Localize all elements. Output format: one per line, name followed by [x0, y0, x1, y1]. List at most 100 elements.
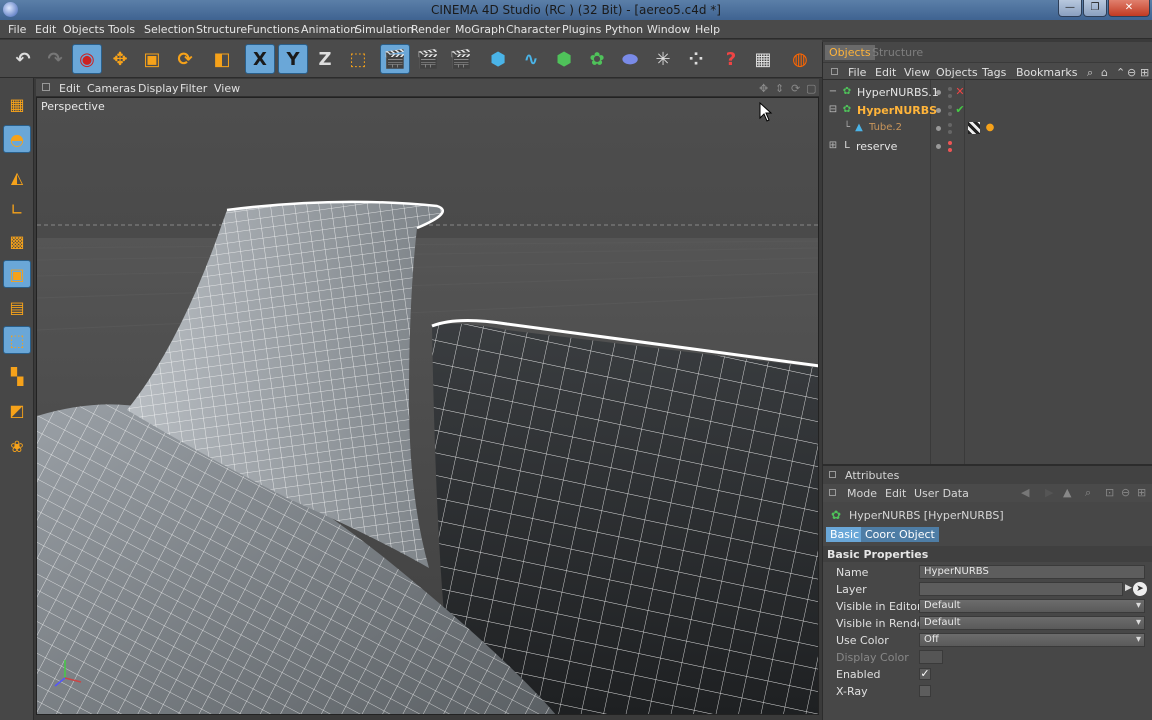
checker-icon[interactable]: ▚	[3, 362, 31, 390]
close-button[interactable]: ✕	[1108, 0, 1150, 17]
rotate-icon[interactable]: ⟳	[170, 44, 200, 74]
phong-tag-icon[interactable]: ●	[984, 122, 996, 134]
om-minus-icon[interactable]: ⊖	[1127, 66, 1136, 79]
texture-tag-icon[interactable]	[968, 122, 980, 134]
move-icon[interactable]: ✥	[105, 44, 135, 74]
z-axis-lock-icon[interactable]: Z	[310, 44, 340, 74]
viewport-zoom-icon[interactable]: ⇕	[775, 82, 784, 95]
lock-icon[interactable]: ⊡	[1105, 486, 1114, 499]
model-mode-icon[interactable]: ◓	[3, 125, 31, 153]
object-mode-icon[interactable]: ▣	[3, 260, 31, 288]
minimize-button[interactable]: —	[1058, 0, 1082, 17]
layer-arrow-icon[interactable]: ▶	[1125, 583, 1132, 593]
viewport-maximize-icon[interactable]: ▢	[806, 82, 816, 95]
viewport-rotate-icon[interactable]: ⟳	[791, 82, 800, 95]
layer-field[interactable]	[919, 582, 1123, 596]
coordinate-system-icon[interactable]: ⬚	[343, 44, 373, 74]
undo-icon[interactable]: ↶	[8, 44, 38, 74]
name-field[interactable]: HyperNURBS	[919, 565, 1145, 579]
layer-pick-icon[interactable]: ➤	[1133, 582, 1147, 596]
edges-mode-icon[interactable]: ∟	[3, 195, 31, 223]
help-icon[interactable]: ?	[716, 44, 746, 74]
viewport-menu-filter[interactable]: Filter	[180, 82, 207, 95]
menu-edit[interactable]: Edit	[35, 23, 56, 36]
environment-icon[interactable]: ⁘	[681, 44, 711, 74]
object-row-reserve[interactable]: ⊞ L reserve	[823, 138, 1152, 156]
object-row-hypernurbs[interactable]: ⊟ ✿ HyperNURBS ✔	[823, 102, 1152, 120]
scene-icon[interactable]: ✳	[648, 44, 678, 74]
viewport-menu-edit[interactable]: Edit	[59, 82, 80, 95]
menu-python[interactable]: Python	[605, 23, 643, 36]
menu-structure[interactable]: Structure	[196, 23, 247, 36]
array-icon[interactable]: ✿	[582, 44, 612, 74]
om-menu-file[interactable]: File	[848, 66, 866, 79]
enabled-checkbox[interactable]: ✓	[919, 668, 931, 680]
om-menu-bookmarks[interactable]: Bookmarks	[1016, 66, 1077, 79]
om-new-panel-icon[interactable]: ⊞	[1140, 66, 1149, 79]
cube-icon[interactable]: ⬢	[483, 44, 513, 74]
back-arrow-icon[interactable]: ◀	[1021, 486, 1029, 499]
om-menu-objects[interactable]: Objects	[936, 66, 978, 79]
render-view-icon[interactable]: 🎬	[380, 44, 410, 74]
object-name[interactable]: Tube.2	[869, 122, 902, 133]
disabled-x-icon[interactable]: ✕	[954, 86, 966, 98]
viewport-menu-cameras[interactable]: Cameras	[87, 82, 136, 95]
tab-object[interactable]: Object	[895, 527, 939, 542]
recent-tools-icon[interactable]: ◧	[207, 44, 237, 74]
menu-help[interactable]: Help	[695, 23, 720, 36]
menu-objects[interactable]: Objects	[63, 23, 105, 36]
menu-tools[interactable]: Tools	[108, 23, 135, 36]
viewport-panel-icon[interactable]	[42, 83, 50, 91]
object-name[interactable]: HyperNURBS	[857, 104, 937, 117]
collapse-icon[interactable]: −	[827, 86, 839, 98]
object-name[interactable]: HyperNURBS.1	[857, 86, 939, 99]
menu-simulation[interactable]: Simulation	[355, 23, 414, 36]
perspective-viewport[interactable]: Perspective	[36, 97, 819, 715]
viewport-menu-view[interactable]: View	[214, 82, 240, 95]
search-icon[interactable]: ⌕	[1085, 486, 1091, 500]
attr-menu-mode[interactable]: Mode	[847, 487, 877, 500]
scale-icon[interactable]: ▣	[137, 44, 167, 74]
visible-in-editor-select[interactable]: Default	[919, 599, 1145, 613]
object-row-tube-2[interactable]: └ ▲ Tube.2 ●	[823, 120, 1152, 138]
live-selection-icon[interactable]: ◉	[72, 44, 102, 74]
menu-render[interactable]: Render	[411, 23, 450, 36]
up-arrow-icon[interactable]: ▲	[1063, 486, 1071, 499]
viewport-move-icon[interactable]: ✥	[759, 82, 768, 95]
forward-arrow-icon[interactable]: ▶	[1045, 486, 1053, 499]
attr-panel-icon[interactable]	[829, 471, 836, 478]
om-search-icon[interactable]: ⌕	[1087, 66, 1093, 80]
collapse-icon[interactable]: ⊟	[827, 104, 839, 116]
visible-in-renderer-select[interactable]: Default	[919, 616, 1145, 630]
attr-menu-edit[interactable]: Edit	[885, 487, 906, 500]
menu-animation[interactable]: Animation	[301, 23, 357, 36]
sculpt-icon[interactable]: ❀	[3, 432, 31, 460]
om-menu-tags[interactable]: Tags	[982, 66, 1006, 79]
tab-structure[interactable]: Structure	[868, 45, 927, 60]
workplane-icon[interactable]: ⬚	[3, 326, 31, 354]
om-up-icon[interactable]: ⌃	[1116, 66, 1125, 79]
maximize-button[interactable]: ❐	[1083, 0, 1107, 17]
x-axis-lock-icon[interactable]: X	[245, 44, 275, 74]
viewport-menu-display[interactable]: Display	[138, 82, 179, 95]
expand-icon[interactable]: ⊞	[827, 140, 839, 152]
menu-plugins[interactable]: Plugins	[562, 23, 601, 36]
menu-selection[interactable]: Selection	[144, 23, 195, 36]
y-axis-lock-icon[interactable]: Y	[278, 44, 308, 74]
attr-menu-user-data[interactable]: User Data	[914, 487, 969, 500]
om-home-icon[interactable]: ⌂	[1101, 66, 1108, 79]
menu-mograph[interactable]: MoGraph	[455, 23, 505, 36]
menu-functions[interactable]: Functions	[247, 23, 300, 36]
render-settings-icon[interactable]: 🎬	[446, 44, 476, 74]
object-row-hypernurbs-1[interactable]: − ✿ HyperNURBS.1 ✕	[823, 84, 1152, 102]
nurbs-icon[interactable]: ⬢	[549, 44, 579, 74]
minus-icon[interactable]: ⊖	[1121, 486, 1130, 499]
om-menu-edit[interactable]: Edit	[875, 66, 896, 79]
snap-icon[interactable]: ◩	[3, 396, 31, 424]
spline-pen-icon[interactable]: ∿	[516, 44, 546, 74]
render-picture-viewer-icon[interactable]: 🎬	[413, 44, 443, 74]
redo-icon[interactable]: ↷	[40, 44, 70, 74]
globe-icon[interactable]: ◍	[785, 44, 815, 74]
xray-checkbox[interactable]	[919, 685, 931, 697]
enabled-check-icon[interactable]: ✔	[954, 104, 966, 116]
